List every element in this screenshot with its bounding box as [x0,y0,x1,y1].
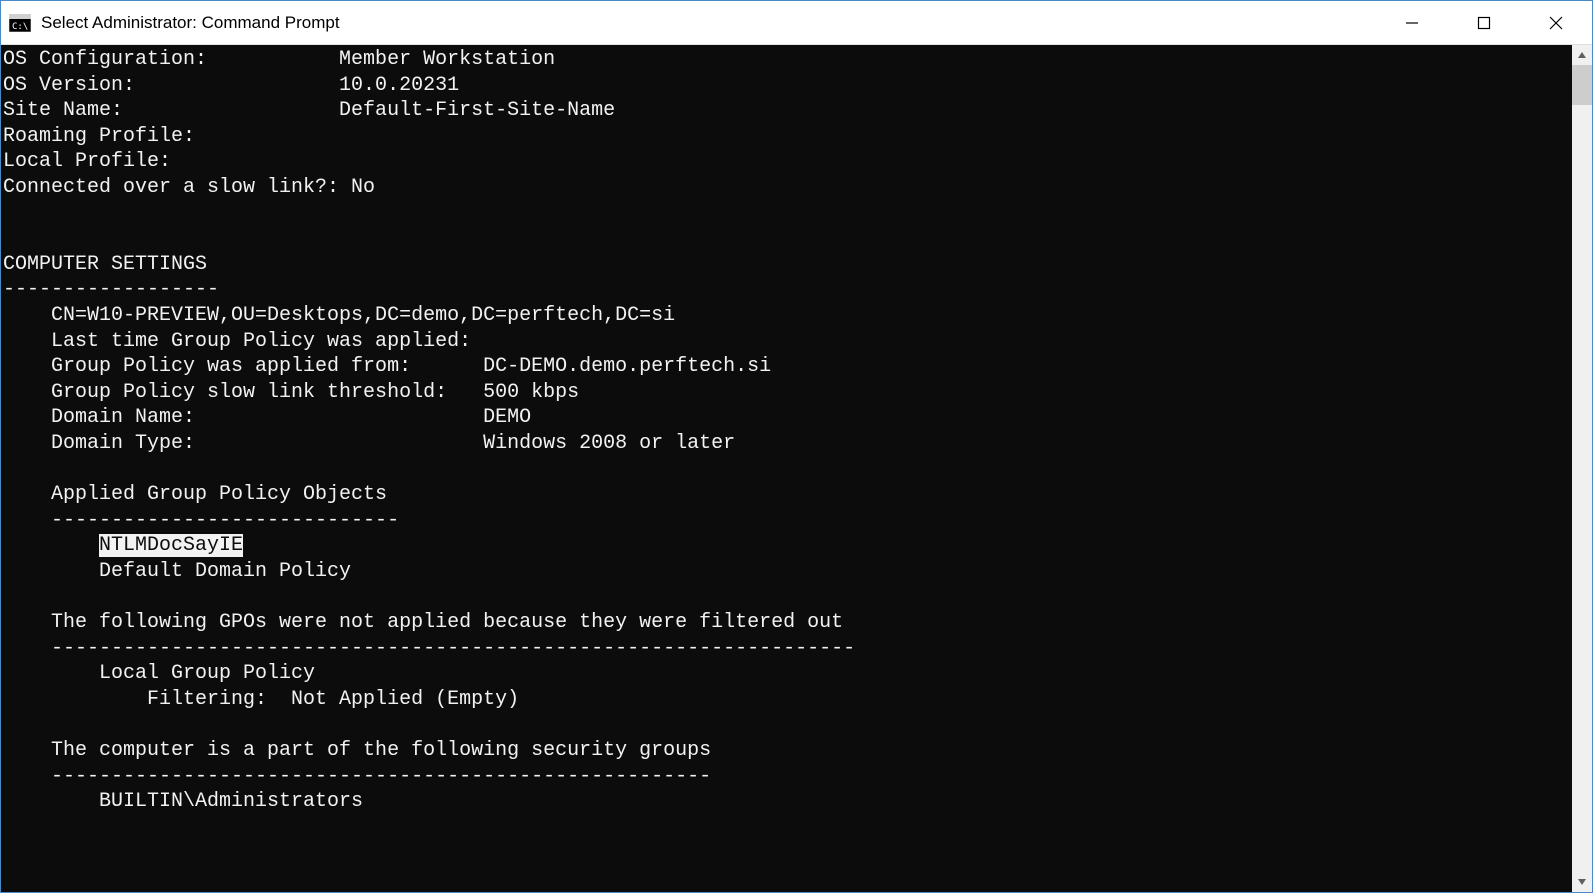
content-wrap: OS Configuration: Member Workstation OS … [1,45,1592,892]
svg-text:C:\: C:\ [12,22,28,32]
maximize-button[interactable] [1448,1,1520,44]
minimize-button[interactable] [1376,1,1448,44]
window-controls [1376,1,1592,44]
selected-text[interactable]: NTLMDocSayIE [99,534,243,557]
cmd-app-icon: C:\ [9,13,31,33]
scrollbar-thumb[interactable] [1572,65,1592,105]
command-prompt-window: C:\ Select Administrator: Command Prompt… [0,0,1593,893]
vertical-scrollbar[interactable] [1572,45,1592,892]
terminal-output[interactable]: OS Configuration: Member Workstation OS … [1,45,1572,892]
scroll-up-arrow[interactable] [1572,45,1592,65]
titlebar[interactable]: C:\ Select Administrator: Command Prompt [1,1,1592,45]
window-title: Select Administrator: Command Prompt [41,13,1376,33]
close-button[interactable] [1520,1,1592,44]
scroll-down-arrow[interactable] [1572,872,1592,892]
